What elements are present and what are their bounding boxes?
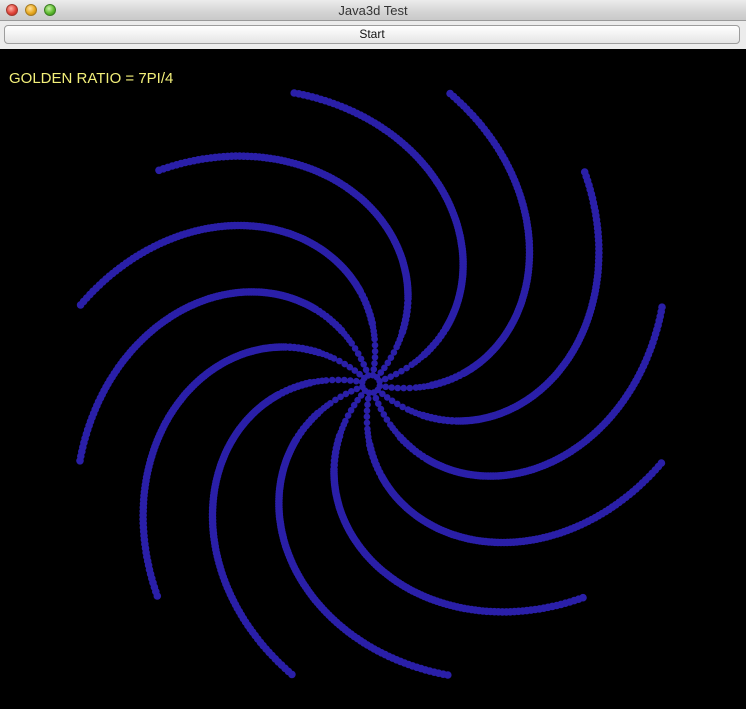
spiral-point [335, 376, 342, 384]
spiral-point [370, 366, 378, 373]
toolbar: Start [0, 21, 746, 49]
spiral-arm [370, 303, 666, 480]
spiral-point [363, 419, 371, 427]
spiral-point [364, 395, 372, 403]
spiral-arm [376, 89, 534, 392]
spiral-point [580, 168, 589, 176]
spiral-point [363, 413, 371, 421]
spiral-point [155, 166, 163, 175]
start-button[interactable]: Start [4, 25, 740, 44]
spiral-point [290, 89, 299, 97]
spiral-point [394, 384, 402, 392]
spiral-arm [290, 89, 467, 385]
spiral-point [341, 376, 348, 384]
spiral-point [579, 593, 587, 602]
spiral-arm [275, 383, 452, 679]
spiral-point [288, 670, 296, 679]
spiral-point [364, 401, 371, 409]
spiral-point [388, 384, 396, 391]
app-window: Java3d Test Start GOLDEN RATIO = 7PI/4 [0, 0, 746, 709]
spiral-arm [363, 389, 666, 547]
spiral-point [353, 377, 360, 385]
spiral-point [371, 354, 379, 361]
spiral-point [406, 384, 414, 392]
spiral-point [444, 671, 452, 679]
spiral-arm [76, 221, 379, 379]
title-bar[interactable]: Java3d Test [0, 0, 746, 21]
spiral-point [400, 384, 408, 392]
spiral-point [363, 407, 371, 415]
spiral-point [446, 89, 454, 98]
spiral-point [347, 377, 354, 384]
spiral-point [358, 378, 366, 386]
spiral-arm [208, 376, 366, 679]
window-title: Java3d Test [338, 3, 408, 18]
spiral-point [371, 348, 379, 355]
spiral-point-cloud [76, 89, 666, 679]
spiral-point [76, 301, 85, 309]
spiral-point [371, 341, 379, 349]
spiral-point [657, 459, 666, 467]
spiral-point [328, 376, 336, 384]
spiral-point [153, 592, 162, 600]
spiral-point [658, 303, 666, 311]
spiral-point [382, 383, 390, 391]
spiral-arm [76, 288, 372, 465]
java3d-canvas[interactable]: GOLDEN RATIO = 7PI/4 [0, 49, 746, 709]
spiral-point [76, 457, 84, 465]
spiral-point [371, 360, 378, 367]
